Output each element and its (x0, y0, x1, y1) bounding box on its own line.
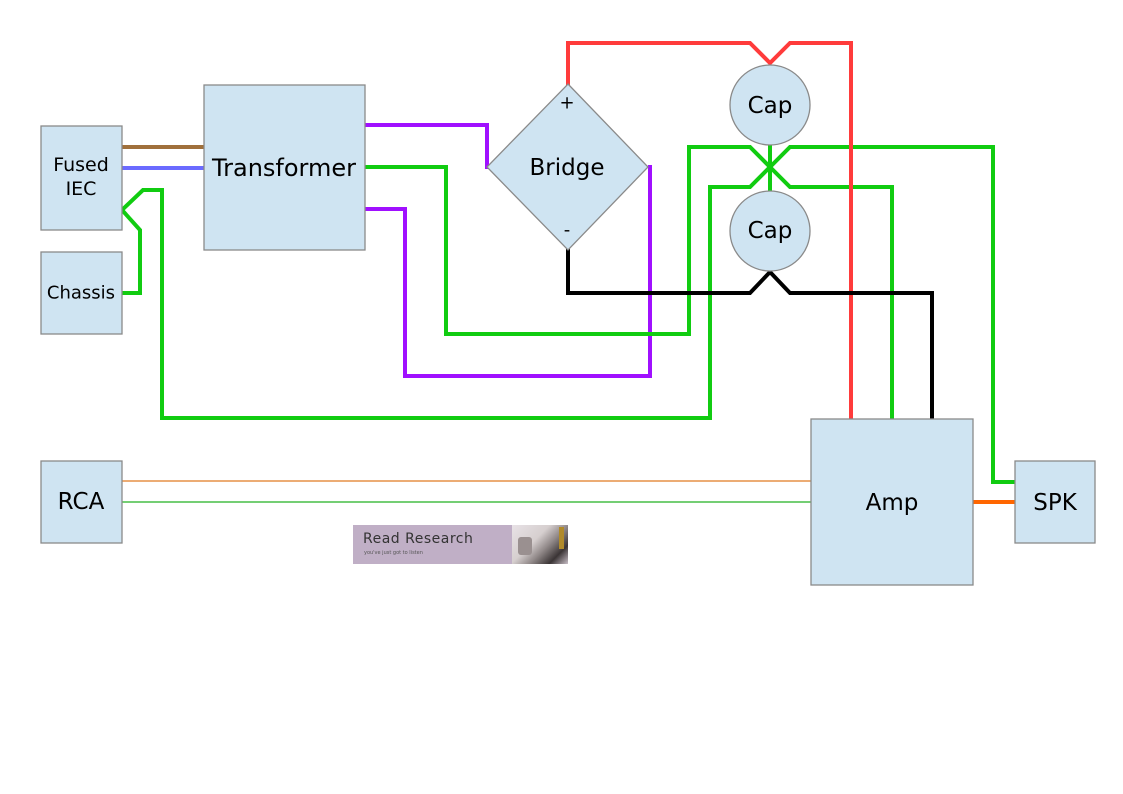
chassis-label: Chassis (47, 283, 115, 304)
transformer-label: Transformer (211, 154, 356, 182)
rca: RCA (40, 460, 123, 544)
rca-label: RCA (58, 489, 105, 515)
amp-label: Amp (866, 490, 919, 516)
wiring-diagram: Fused IEC Chassis Transformer Bridge + -… (40, 41, 1096, 586)
spk-label: SPK (1033, 490, 1077, 516)
cap-bottom: Cap (729, 190, 811, 272)
spk: SPK (1014, 460, 1096, 544)
cap-bottom-label: Cap (748, 218, 793, 244)
bridge-plus-label: + (559, 93, 574, 114)
cap-top: Cap (729, 64, 811, 146)
logo-title: Read Research (363, 531, 474, 547)
bridge-label: Bridge (530, 155, 605, 181)
logo-tagline: you've just got to listen (364, 550, 423, 556)
fused-iec: Fused IEC (40, 125, 123, 231)
chassis: Chassis (40, 251, 123, 335)
wire-ac-upper (363, 123, 489, 169)
bridge: Bridge + - (486, 83, 649, 251)
transformer: Transformer (203, 84, 366, 251)
fused-iec-label-line1: Fused (53, 154, 109, 176)
logo-photo (512, 525, 568, 564)
wire-ground-chassis (119, 188, 164, 295)
cap-top-label: Cap (748, 93, 793, 119)
bridge-minus-label: - (564, 220, 571, 241)
read-research-logo: Read Research you've just got to listen (353, 525, 568, 564)
amp: Amp (810, 418, 974, 586)
fused-iec-label-line2: IEC (66, 178, 97, 200)
